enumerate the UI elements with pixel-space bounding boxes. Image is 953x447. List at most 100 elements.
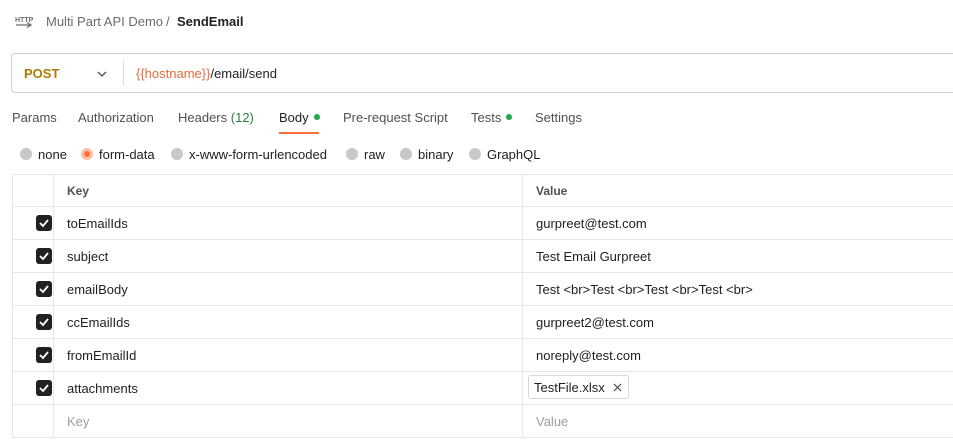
check-icon: [39, 318, 49, 327]
table-row: subject Test Email Gurpreet: [12, 240, 953, 273]
key-cell[interactable]: emailBody: [54, 273, 523, 305]
tab-authorization[interactable]: Authorization: [78, 110, 154, 125]
radio-circle[interactable]: [171, 148, 183, 160]
column-header-key: Key: [67, 184, 90, 198]
row-key: emailBody: [67, 282, 128, 297]
table-row: toEmailIds gurpreet@test.com: [12, 207, 953, 240]
row-checkbox[interactable]: [36, 380, 52, 396]
svg-text:HTTP: HTTP: [15, 17, 34, 24]
body-mode-radio-group: none form-data x-www-form-urlencoded raw…: [0, 144, 953, 164]
check-icon: [39, 219, 49, 228]
radio-circle[interactable]: [346, 148, 358, 160]
tab-label: Pre-request Script: [343, 110, 448, 125]
value-cell[interactable]: Test Email Gurpreet: [523, 240, 953, 272]
row-checkbox[interactable]: [36, 248, 52, 264]
active-tab-indicator: [279, 132, 319, 134]
radio-circle[interactable]: [400, 148, 412, 160]
url-path: /email/send: [210, 66, 277, 81]
radio-x-www-form-urlencoded[interactable]: x-www-form-urlencoded: [171, 144, 327, 164]
tests-status-dot: [506, 114, 513, 120]
row-value: noreply@test.com: [536, 348, 641, 363]
tab-settings[interactable]: Settings: [535, 110, 582, 125]
form-data-table: Key Value toEmailIds gurpreet@test.com s…: [12, 174, 953, 438]
url-variable: {{hostname}}: [136, 66, 211, 81]
radio-form-data[interactable]: form-data: [81, 144, 155, 164]
column-header-value: Value: [536, 184, 568, 198]
radio-graphql[interactable]: GraphQL: [469, 144, 540, 164]
radio-label: none: [38, 146, 67, 162]
tab-label: Tests: [471, 110, 502, 125]
row-checkbox[interactable]: [36, 281, 52, 297]
radio-raw[interactable]: raw: [346, 144, 385, 164]
row-checkbox[interactable]: [36, 215, 52, 231]
radio-label: raw: [364, 146, 385, 162]
radio-none[interactable]: none: [20, 144, 67, 164]
breadcrumb-request-name[interactable]: SendEmail: [177, 14, 243, 29]
row-check-cell: [12, 372, 54, 404]
table-row: fromEmailId noreply@test.com: [12, 339, 953, 372]
key-cell[interactable]: fromEmailId: [54, 339, 523, 371]
value-cell[interactable]: gurpreet2@test.com: [523, 306, 953, 338]
radio-label: binary: [418, 146, 454, 162]
row-check-cell: [12, 240, 54, 272]
tab-pre-request-script[interactable]: Pre-request Script: [343, 110, 448, 125]
breadcrumb-separator: /: [166, 14, 170, 29]
check-icon: [39, 384, 49, 393]
table-row: attachments TestFile.xlsx: [12, 372, 953, 405]
row-check-cell: [12, 273, 54, 305]
key-cell[interactable]: toEmailIds: [54, 207, 523, 239]
key-cell[interactable]: attachments: [54, 372, 523, 404]
close-icon[interactable]: [613, 382, 622, 392]
radio-binary[interactable]: binary: [400, 144, 453, 164]
chevron-down-icon[interactable]: [96, 67, 108, 79]
header-key-cell: Key: [54, 175, 523, 206]
tab-label: Headers: [178, 110, 228, 125]
row-check-cell: [12, 207, 54, 239]
tab-params[interactable]: Params: [12, 110, 57, 125]
check-icon: [39, 285, 49, 294]
url-input[interactable]: {{hostname}}/email/send: [136, 66, 277, 81]
check-icon: [39, 252, 49, 261]
row-value: Test Email Gurpreet: [536, 249, 651, 264]
tab-headers[interactable]: Headers (12): [178, 110, 254, 125]
row-key: fromEmailId: [67, 348, 137, 363]
breadcrumb-collection[interactable]: Multi Part API Demo: [46, 14, 163, 29]
tab-label: Params: [12, 110, 57, 125]
radio-circle[interactable]: [469, 148, 481, 160]
row-key: ccEmailIds: [67, 315, 130, 330]
http-icon: HTTP: [14, 11, 34, 31]
headers-count-badge: (12): [230, 110, 254, 125]
radio-label: GraphQL: [487, 146, 541, 162]
tab-body[interactable]: Body: [279, 110, 320, 125]
value-cell[interactable]: Value: [523, 405, 953, 437]
method-selector[interactable]: POST: [24, 66, 59, 81]
file-name: TestFile.xlsx: [534, 379, 605, 395]
row-key: attachments: [67, 381, 138, 396]
radio-circle-selected[interactable]: [81, 148, 93, 160]
key-cell[interactable]: Key: [54, 405, 523, 437]
header-check-cell: [12, 175, 54, 206]
check-icon: [39, 351, 49, 360]
value-cell[interactable]: gurpreet@test.com: [523, 207, 953, 239]
body-status-dot: [313, 114, 320, 120]
row-checkbox[interactable]: [36, 314, 52, 330]
file-chip: TestFile.xlsx: [528, 375, 629, 399]
request-tabs: Params Authorization Headers (12) Body P…: [0, 106, 953, 136]
key-cell[interactable]: ccEmailIds: [54, 306, 523, 338]
row-check-cell: [12, 339, 54, 371]
value-cell[interactable]: TestFile.xlsx: [523, 372, 953, 404]
value-cell[interactable]: Test <br>Test <br>Test <br>Test <br>: [523, 273, 953, 305]
table-row: emailBody Test <br>Test <br>Test <br>Tes…: [12, 273, 953, 306]
value-placeholder: Value: [536, 414, 569, 429]
radio-circle[interactable]: [20, 148, 32, 160]
row-value: Test <br>Test <br>Test <br>Test <br>: [536, 282, 753, 297]
table-row-empty: Key Value: [12, 405, 953, 438]
radio-label: x-www-form-urlencoded: [189, 146, 327, 162]
key-cell[interactable]: subject: [54, 240, 523, 272]
tab-tests[interactable]: Tests: [471, 110, 513, 125]
url-bar: POST {{hostname}}/email/send: [11, 53, 953, 93]
value-cell[interactable]: noreply@test.com: [523, 339, 953, 371]
row-value: gurpreet2@test.com: [536, 315, 654, 330]
row-checkbox[interactable]: [36, 347, 52, 363]
row-check-cell: [12, 306, 54, 338]
